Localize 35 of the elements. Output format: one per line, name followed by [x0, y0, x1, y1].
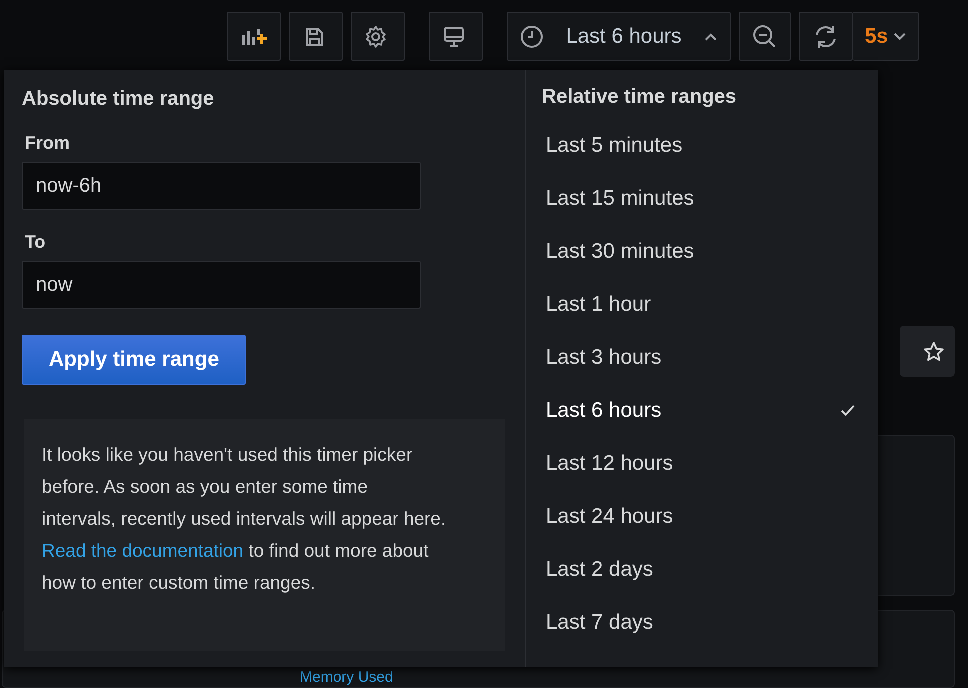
to-field[interactable]: now [22, 261, 421, 309]
clock-icon [520, 24, 544, 48]
check-icon [840, 404, 856, 418]
panel-title[interactable]: Memory Used [300, 668, 394, 686]
caret-icon [704, 32, 718, 42]
star-icon[interactable] [923, 340, 945, 363]
toolbar-button[interactable] [227, 12, 281, 61]
from-field[interactable]: now-6h [22, 162, 421, 210]
time-range-option[interactable]: Last 30 minutes [542, 225, 860, 278]
time-range-option[interactable]: Last 15 minutes [542, 172, 860, 225]
refresh-interval-dropdown[interactable]: 5s [853, 12, 920, 61]
time-range-option[interactable]: Last 7 days [542, 596, 860, 649]
info-text: Read the documentation to find out more about how to enter custom time ranges. [42, 539, 430, 595]
time-range-button[interactable]: Last 6 hours [507, 12, 731, 61]
refresh-button[interactable] [799, 12, 853, 61]
section-title: Absolute time range [22, 88, 216, 111]
toolbar-button[interactable] [429, 12, 483, 61]
time-range-option[interactable]: Last 24 hours [542, 490, 860, 543]
time-range-option[interactable]: Last 2 days [542, 543, 860, 596]
section-title: Relative time ranges [542, 86, 738, 109]
apply-button[interactable]: Apply time range [22, 335, 246, 385]
time-range-option[interactable]: Last 12 hours [542, 437, 860, 490]
time-range-option[interactable]: Last 1 hour [542, 278, 860, 331]
time-range-option[interactable]: Last 5 minutes [542, 119, 860, 172]
zoom-out-icon [752, 24, 778, 50]
documentation-link[interactable]: Read the documentation [42, 540, 244, 561]
chevron-down-icon [894, 32, 906, 40]
info-text: It looks like you haven't used this timer picker before. As soon as you enter some time intervals, recently used intervals will appear here. [42, 443, 447, 531]
field-label: To [25, 232, 47, 253]
toolbar-button[interactable] [351, 12, 405, 61]
toolbar-button[interactable] [289, 12, 343, 61]
zoom-out-button[interactable] [739, 12, 791, 61]
time-range-option[interactable]: Last 3 hours [542, 331, 860, 384]
time-range-option[interactable]: Last 6 hours [542, 384, 860, 437]
field-label: From [25, 133, 71, 154]
